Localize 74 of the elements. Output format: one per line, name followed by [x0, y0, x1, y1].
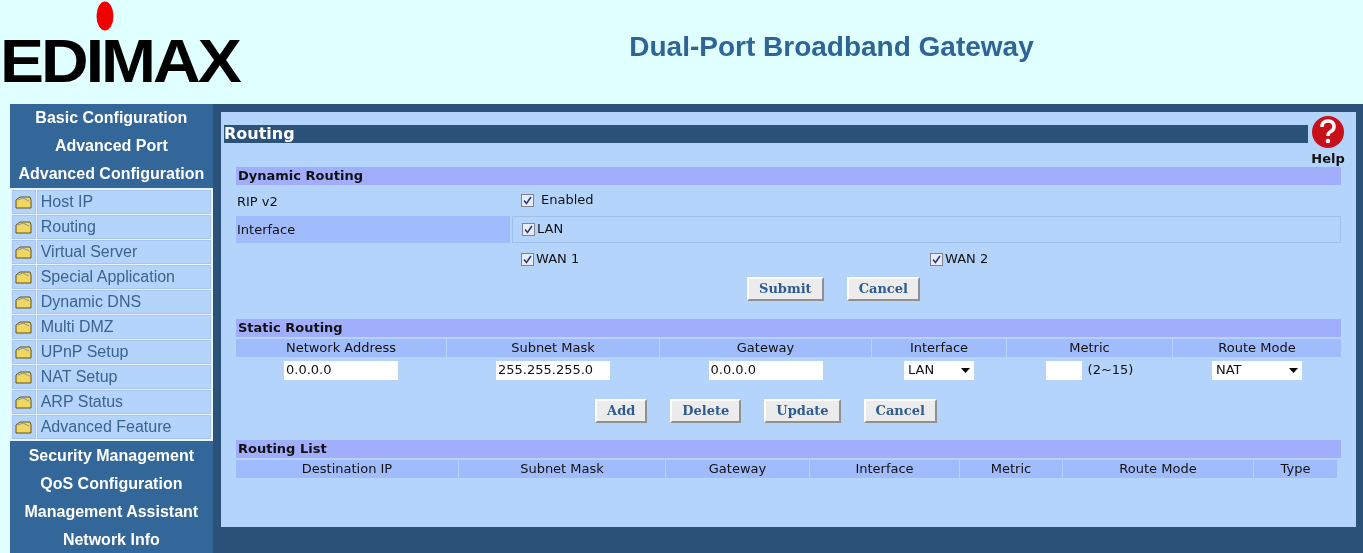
button[interactable]: Submit: [747, 276, 824, 301]
folder-icon: [15, 195, 33, 209]
submenu-item[interactable]: Multi DMZ: [36, 315, 211, 339]
field-label: Interface: [236, 215, 510, 243]
folder-icon: [15, 270, 33, 284]
button[interactable]: Delete: [670, 398, 742, 423]
folder-icon: [15, 420, 33, 434]
submenu-item[interactable]: NAT Setup: [36, 365, 211, 389]
hint-text: (2~15): [1087, 361, 1134, 380]
column-header: Metric: [1007, 338, 1172, 357]
folder-icon: [15, 345, 33, 359]
option-label: WAN 1: [536, 250, 580, 269]
column-header: Network Address: [236, 338, 446, 357]
folder-icon: [15, 245, 33, 259]
folder-icon: [15, 220, 33, 234]
folder-icon: [15, 295, 33, 309]
submenu-item[interactable]: Virtual Server: [36, 240, 211, 264]
caret-icon: [961, 367, 970, 373]
submenu-item[interactable]: ARP Status: [36, 390, 211, 414]
page-title-bar: Routing: [224, 125, 1308, 143]
column-header: Metric: [960, 459, 1062, 478]
submenu-item[interactable]: Routing: [36, 215, 211, 239]
sidebar-item[interactable]: Advanced Configuration: [9, 160, 213, 188]
column-header: Subnet Mask: [447, 338, 659, 357]
input-field[interactable]: 0.0.0.0: [284, 360, 398, 380]
folder-icon: [15, 395, 33, 409]
sidebar-item[interactable]: Security Management: [9, 442, 213, 470]
page-header-title: Dual-Port Broadband Gateway: [629, 30, 1034, 62]
section-header: Dynamic Routing: [236, 166, 1341, 185]
column-header: Destination IP: [236, 459, 458, 478]
submenu-item[interactable]: UPnP Setup: [36, 340, 211, 364]
column-header: Route Mode: [1173, 338, 1341, 357]
caret-icon: [1289, 367, 1298, 373]
submenu-item[interactable]: Host IP: [36, 190, 211, 214]
button[interactable]: Cancel: [863, 398, 937, 423]
button[interactable]: Cancel: [846, 276, 920, 301]
column-header: Interface: [872, 338, 1006, 357]
column-header: Type: [1254, 459, 1337, 478]
logo: EDIMAX: [0, 30, 239, 92]
folder-icon: [15, 370, 33, 384]
checkbox[interactable]: [522, 222, 535, 236]
sidebar-item[interactable]: Advanced Port: [9, 132, 213, 160]
submenu-item[interactable]: Special Application: [36, 265, 211, 289]
sidebar-item[interactable]: Management Assistant: [9, 498, 213, 526]
input-field[interactable]: 0.0.0.0: [708, 360, 823, 380]
checkbox[interactable]: [521, 252, 534, 266]
folder-icon: [15, 320, 33, 334]
logo-dot-icon: [96, 1, 114, 31]
checkbox[interactable]: [521, 193, 534, 207]
dropdown[interactable]: NAT: [1212, 360, 1302, 380]
help-icon[interactable]: [1311, 115, 1345, 149]
sidebar-item[interactable]: QoS Configuration: [9, 470, 213, 498]
column-header: Interface: [810, 459, 959, 478]
field-label: RIP v2: [236, 193, 279, 208]
input-field[interactable]: 255.255.255.0: [496, 360, 610, 380]
submenu-item[interactable]: Advanced Feature: [36, 415, 211, 439]
column-header: Gateway: [660, 338, 871, 357]
sidebar-item[interactable]: Basic Configuration: [9, 104, 213, 132]
checkbox[interactable]: [930, 252, 943, 266]
submenu-item[interactable]: Dynamic DNS: [36, 290, 211, 314]
dropdown[interactable]: LAN: [904, 360, 974, 380]
column-header: Gateway: [666, 459, 809, 478]
input-field[interactable]: [1045, 360, 1082, 380]
column-header: Route Mode: [1063, 459, 1253, 478]
sidebar-item[interactable]: Network Info: [9, 526, 213, 553]
button[interactable]: Add: [595, 398, 648, 423]
section-header: Routing List: [236, 439, 1341, 458]
section-header: Static Routing: [236, 318, 1341, 337]
button[interactable]: Update: [764, 398, 841, 423]
option-label: Enabled: [541, 191, 594, 210]
column-header: Subnet Mask: [459, 459, 665, 478]
help-label[interactable]: Help: [1311, 149, 1345, 169]
option-label: LAN: [537, 220, 564, 239]
option-label: WAN 2: [945, 250, 989, 269]
